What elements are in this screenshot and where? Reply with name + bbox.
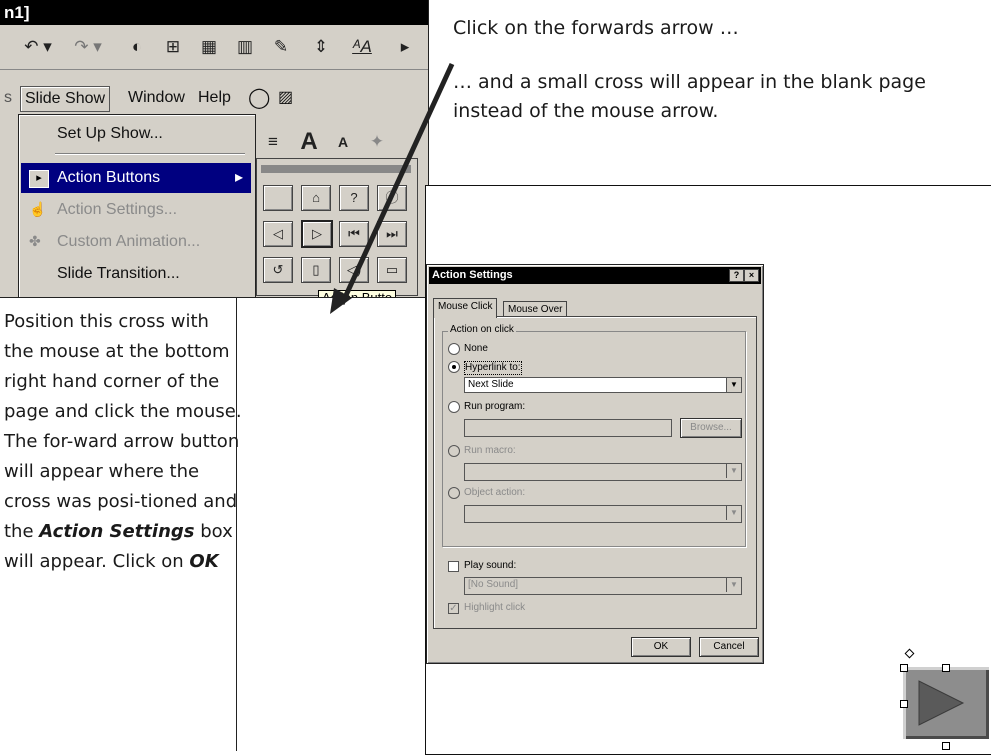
- slide-show-menu: Set Up Show... ▸ Action Buttons ▸ ☝ Acti…: [18, 114, 256, 297]
- help-icon[interactable]: ?: [729, 269, 744, 282]
- chevron-down-icon[interactable]: ▼: [726, 378, 741, 392]
- action-buttons-icon: ▸: [29, 170, 49, 188]
- blank-button-icon[interactable]: [263, 185, 293, 211]
- group-label: Action on click: [448, 324, 516, 335]
- align-icon[interactable]: ≡: [262, 129, 284, 155]
- grid-icon[interactable]: ▦: [194, 34, 224, 60]
- chevron-down-icon[interactable]: ▼: [726, 578, 741, 592]
- dialog-title: Action Settings: [432, 269, 513, 281]
- hyperlink-value: Next Slide: [468, 379, 514, 390]
- caption-step-1: Click on the forwards arrow …: [453, 17, 739, 39]
- animation-icon: ✤: [29, 233, 41, 249]
- radio-none[interactable]: [448, 343, 460, 355]
- submenu-arrow-icon: ▸: [234, 169, 243, 186]
- radio-hyperlink[interactable]: [448, 361, 460, 373]
- radio-none-label: None: [464, 343, 488, 354]
- menu-slide-show[interactable]: Slide Show: [20, 86, 111, 112]
- play-triangle-icon: [918, 680, 965, 726]
- new-slide-icon[interactable]: ✎: [266, 34, 296, 60]
- radio-run-program-label: Run program:: [464, 401, 526, 412]
- menu-item-custom-animation[interactable]: ✤ Custom Animation...: [21, 227, 251, 257]
- action-settings-dialog: Action Settings ? × Mouse Click Mouse Ov…: [426, 264, 764, 664]
- tab-mouse-click[interactable]: Mouse Click: [433, 298, 498, 318]
- radio-run-macro-label: Run macro:: [464, 445, 516, 456]
- caption-step-3-text: Position this cross with the mouse at th…: [4, 311, 242, 542]
- radio-run-program[interactable]: [448, 401, 460, 413]
- cancel-button[interactable]: Cancel: [699, 637, 759, 657]
- radio-run-macro[interactable]: [448, 445, 460, 457]
- close-icon[interactable]: ×: [744, 269, 759, 282]
- mouse-click-panel: Action on click None Hyperlink to: Next …: [433, 316, 757, 629]
- menu-help[interactable]: Help: [194, 86, 235, 110]
- menu-item-action-buttons[interactable]: ▸ Action Buttons ▸: [21, 163, 251, 193]
- oval-tool-icon[interactable]: ◯: [244, 86, 274, 110]
- font-size-icon[interactable]: ᴬA: [342, 34, 382, 60]
- caption-step-2: … and a small cross will appear in the b…: [453, 71, 926, 122]
- hyperlink-select[interactable]: Next Slide ▼: [464, 377, 742, 393]
- placed-forward-action-button[interactable]: [903, 667, 989, 739]
- program-path-field[interactable]: [464, 419, 672, 437]
- menu-item-action-settings[interactable]: ☝ Action Settings...: [21, 195, 251, 225]
- menu-fragment: s: [4, 89, 12, 106]
- caption-step-3: Position this cross with the mouse at th…: [4, 307, 244, 577]
- sound-select[interactable]: [No Sound] ▼: [464, 577, 742, 595]
- caption-step-3-ok: OK: [189, 551, 219, 572]
- browse-button[interactable]: Browse...: [680, 418, 742, 438]
- ok-button[interactable]: OK: [631, 637, 691, 657]
- radio-hyperlink-label: Hyperlink to:: [464, 361, 522, 375]
- table-icon[interactable]: ⊞: [158, 34, 188, 60]
- menu-window[interactable]: Window: [124, 86, 189, 110]
- chevron-down-icon[interactable]: ▼: [726, 464, 741, 478]
- resize-handle[interactable]: [900, 664, 908, 672]
- more-icon[interactable]: ▸: [390, 34, 420, 60]
- dialog-title-bar: Action Settings ? ×: [429, 267, 761, 284]
- return-button-icon[interactable]: ↺: [263, 257, 293, 283]
- caption-step-3-emphasis: Action Settings: [39, 521, 195, 542]
- hyperlink-icon[interactable]: ◐: [122, 34, 152, 60]
- highlight-click-label: Highlight click: [464, 602, 526, 613]
- redo-icon[interactable]: ↷ ▾: [66, 34, 110, 60]
- radio-object-action[interactable]: [448, 487, 460, 499]
- picture-tool-icon[interactable]: ▨: [274, 86, 297, 110]
- play-sound-label: Play sound:: [464, 560, 517, 571]
- macro-select[interactable]: ▼: [464, 463, 742, 481]
- back-button-icon[interactable]: ◁: [263, 221, 293, 247]
- object-action-select[interactable]: ▼: [464, 505, 742, 523]
- chevron-down-icon[interactable]: ▼: [726, 506, 741, 520]
- sound-value: [No Sound]: [468, 579, 519, 590]
- undo-icon[interactable]: ↶ ▾: [16, 34, 60, 60]
- menu-item-slide-transition[interactable]: Slide Transition...: [21, 259, 251, 289]
- resize-handle[interactable]: [942, 664, 950, 672]
- highlight-click-checkbox[interactable]: ✓: [448, 603, 459, 614]
- expand-icon[interactable]: ⇕: [306, 34, 336, 60]
- play-sound-checkbox[interactable]: [448, 561, 459, 572]
- resize-handle[interactable]: [942, 742, 950, 750]
- window-title: n1]: [0, 0, 428, 25]
- hand-pointer-icon: ☝: [29, 201, 47, 217]
- menu-separator: [55, 153, 245, 155]
- chart-icon[interactable]: ▥: [230, 34, 260, 60]
- resize-handle[interactable]: [900, 700, 908, 708]
- radio-object-action-label: Object action:: [464, 487, 526, 498]
- menu-item-set-up-show[interactable]: Set Up Show...: [21, 119, 251, 149]
